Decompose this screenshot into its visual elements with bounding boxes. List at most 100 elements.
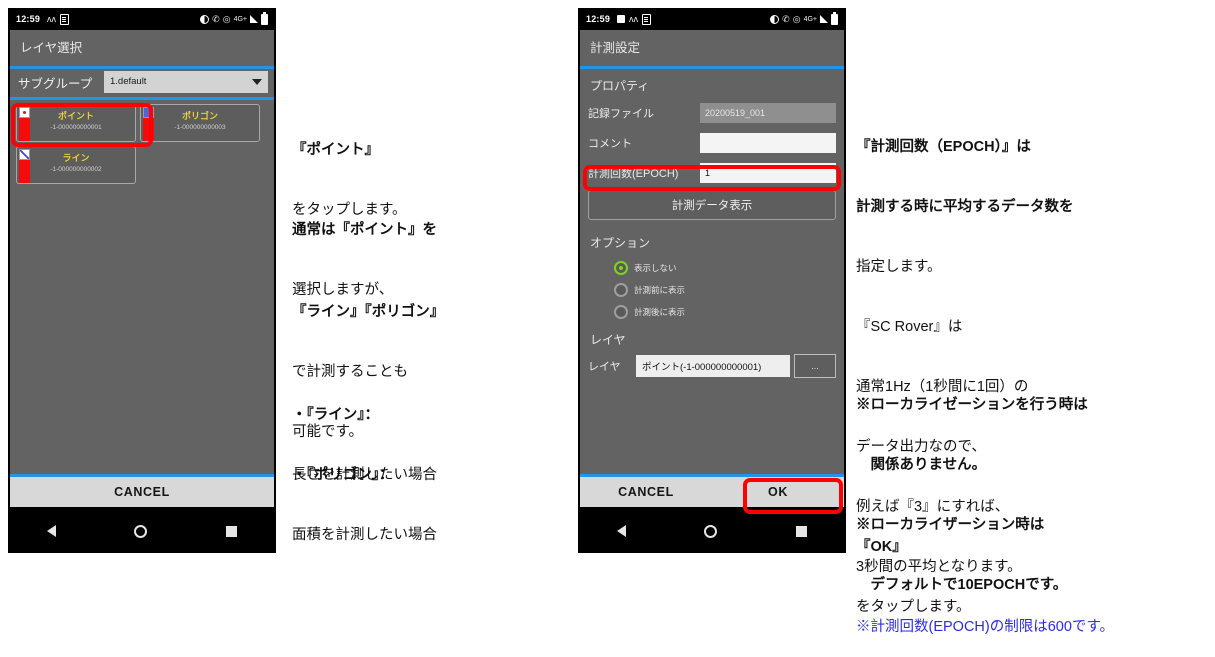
option-row-none[interactable]: 表示しない [580, 257, 844, 279]
app-screen-left: レイヤ選択 サブグループ 1.default ポイント -1-000000000… [10, 30, 274, 507]
annotation-line: 『ライン』『ポリゴン』 [292, 302, 444, 322]
record-file-label: 記録ファイル [588, 108, 654, 120]
annotation-text: 通常は『ポイント』を [292, 222, 437, 238]
record-file-value: 20200519_001 [700, 103, 836, 123]
save-icon [617, 15, 626, 23]
annotation-line: 『OK』 [856, 537, 971, 557]
layer-id: -1-000000000002 [50, 166, 102, 173]
comment-input[interactable] [700, 133, 836, 153]
status-bar-right: 12:59 ᴧᴧ ✆ ◎ 4G+ [578, 8, 846, 30]
missed-call-icon: ✆ [782, 13, 790, 24]
layer-name: ポリゴン [181, 111, 218, 121]
layer-id: -1-000000000003 [174, 124, 226, 131]
phone-left: 12:59 ᴧᴧ ✆ ◎ 4G+ レイヤ選択 サブグループ 1.default [8, 8, 276, 553]
annotation-text: 『ライン』『ポリゴン』 [292, 304, 445, 320]
home-button-icon[interactable] [704, 524, 718, 538]
annotation-line: 通常は『ポイント』を [292, 220, 437, 240]
annotation-line: ※ローカライゼーションを行う時は [856, 395, 1088, 415]
annotation-line: 『ポイント』 [292, 140, 407, 160]
signal-bars-icon [820, 15, 828, 23]
layer-card-polygon[interactable]: ポリゴン -1-000000000003 [140, 104, 260, 142]
annotation-text: 計測する時に平均するデータ数を [856, 199, 1074, 215]
android-nav-bar-right [578, 509, 846, 553]
bottom-action-bar-left: CANCEL [10, 474, 274, 507]
subgroup-select[interactable]: 1.default [104, 71, 268, 93]
signal-bars-icon [250, 15, 258, 23]
status-right-icons: ✆ ◎ 4G+ [770, 11, 838, 25]
option-row-before[interactable]: 計測前に表示 [580, 279, 844, 301]
layer-name: ポイント [57, 111, 94, 121]
annotation-text: 『OK』 [856, 539, 907, 555]
line-symbol-icon [19, 149, 30, 160]
annotation-line: ・『ポリゴン』： [292, 465, 437, 485]
layer-select-row: レイヤ ポイント(-1-000000000001) ... [580, 354, 844, 378]
cancel-button[interactable]: CANCEL [10, 477, 274, 507]
missed-call-icon: ✆ [212, 13, 220, 24]
annotation-line: 面積を計測したい場合 [292, 527, 437, 543]
layer-list: ポイント -1-000000000001 ポリゴン -1-00000000000… [10, 100, 274, 184]
show-measure-data-button[interactable]: 計測データ表示 [588, 190, 836, 220]
property-section-label: プロパティ [590, 79, 650, 93]
layer-label: レイヤ [588, 361, 621, 373]
epoch-label: 計測回数(EPOCH) [588, 168, 679, 180]
phone-right: 12:59 ᴧᴧ ✆ ◎ 4G+ 計測設定 プロパティ 記録ファイル 20200… [578, 8, 846, 553]
network-4g-icon: 4G+ [233, 15, 247, 23]
color-bar [143, 118, 154, 141]
annotation-text: 関係ありません。 [856, 457, 987, 473]
cancel-button[interactable]: CANCEL [580, 477, 712, 507]
epoch-input[interactable]: 1 [700, 163, 836, 183]
vpn-icon: ᴧᴧ [629, 13, 639, 24]
chevron-down-icon [252, 79, 262, 85]
option-label: 計測前に表示 [634, 285, 686, 295]
battery-icon [831, 11, 838, 25]
record-file-row: 記録ファイル 20200519_001 [580, 100, 844, 126]
status-left-icons: ᴧᴧ [617, 13, 652, 25]
back-button-icon[interactable] [617, 525, 627, 537]
layer-card-line[interactable]: ライン -1-000000000002 [16, 146, 136, 184]
layer-card-point[interactable]: ポイント -1-000000000001 [16, 104, 136, 142]
annotation-line: 『SC Rover』は [856, 319, 963, 335]
annotation-line: 計測する時に平均するデータ数を [856, 197, 1114, 217]
layer-value[interactable]: ポイント(-1-000000000001) [636, 355, 790, 377]
color-bar [19, 160, 30, 183]
ok-button[interactable]: OK [712, 477, 844, 507]
android-nav-bar-left [8, 509, 276, 553]
annotation-line: 関係ありません。 [856, 455, 1088, 475]
battery-icon [261, 11, 268, 25]
radio-button-icon[interactable] [614, 305, 628, 319]
radio-button-icon[interactable] [614, 283, 628, 297]
annotation-polygon-area: ・『ポリゴン』： 面積を計測したい場合 [292, 425, 437, 565]
polygon-symbol-icon [143, 107, 154, 118]
recents-button-icon[interactable] [795, 525, 807, 537]
status-right-icons: ✆ ◎ 4G+ [200, 11, 268, 25]
annotation-line: 『計測回数（EPOCH）』は [856, 137, 1114, 157]
radio-button-icon[interactable] [614, 261, 628, 275]
point-symbol-icon [19, 107, 30, 118]
annotation-text: 『計測回数（EPOCH）』は [856, 139, 1031, 155]
do-not-disturb-icon [770, 14, 780, 24]
annotation-line: をタップします。 [856, 599, 971, 615]
annotation-line: ・『ライン』： [292, 405, 437, 425]
app-screen-right: 計測設定 プロパティ 記録ファイル 20200519_001 コメント 計測回数… [580, 30, 844, 507]
comment-row: コメント [580, 130, 844, 156]
page-title: レイヤ選択 [10, 30, 274, 66]
annotation-text: ・『ポリゴン』： [292, 467, 394, 483]
option-row-after[interactable]: 計測後に表示 [580, 301, 844, 323]
comment-label: コメント [588, 138, 632, 150]
document-icon [642, 13, 652, 25]
recents-button-icon[interactable] [225, 525, 237, 537]
wifi-off-icon: ◎ [222, 13, 231, 24]
status-time: 12:59 [586, 14, 611, 24]
option-label: 計測後に表示 [634, 307, 686, 317]
status-time: 12:59 [16, 14, 41, 24]
network-4g-icon: 4G+ [803, 15, 817, 23]
layer-more-button[interactable]: ... [794, 354, 836, 378]
subgroup-selected-value: 1.default [110, 76, 147, 87]
annotation-text: ・『ライン』： [292, 407, 379, 423]
back-button-icon[interactable] [47, 525, 57, 537]
annotation-line: 指定します。 [856, 259, 942, 275]
bottom-action-bar-right: CANCEL OK [580, 474, 844, 507]
subgroup-row: サブグループ 1.default [10, 69, 274, 97]
layer-section-label: レイヤ [590, 333, 626, 347]
home-button-icon[interactable] [134, 524, 148, 538]
